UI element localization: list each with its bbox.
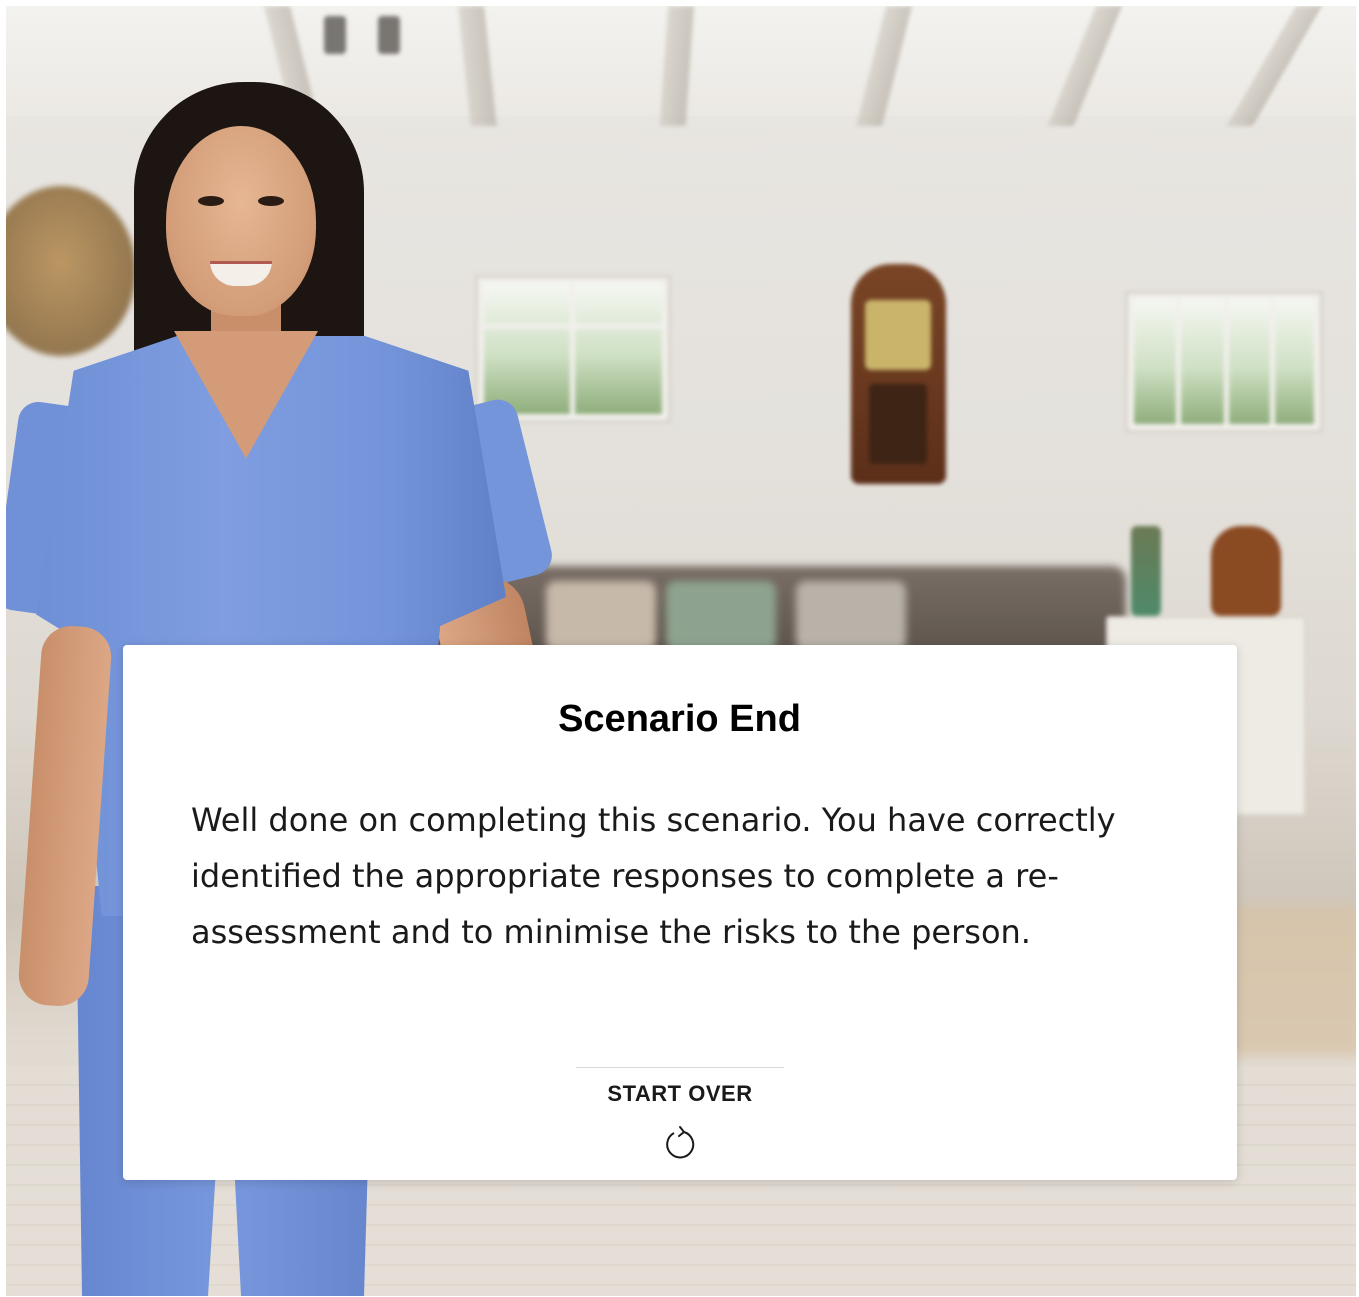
dialog-message: Well done on completing this scenario. Y…	[191, 801, 1116, 951]
decorative-vase	[1131, 526, 1161, 616]
restart-icon	[666, 1126, 695, 1159]
dialog-title: Scenario End	[558, 698, 801, 740]
sofa-pillow	[796, 581, 906, 651]
window	[1128, 294, 1320, 430]
divider	[576, 1067, 784, 1068]
wall-clock	[851, 264, 946, 484]
nurse-face	[166, 126, 316, 316]
start-over-label: START OVER	[607, 1081, 753, 1106]
start-over-button[interactable]: START OVER	[560, 1075, 800, 1170]
decorative-jar	[1211, 526, 1281, 616]
sofa-pillow	[666, 581, 776, 651]
